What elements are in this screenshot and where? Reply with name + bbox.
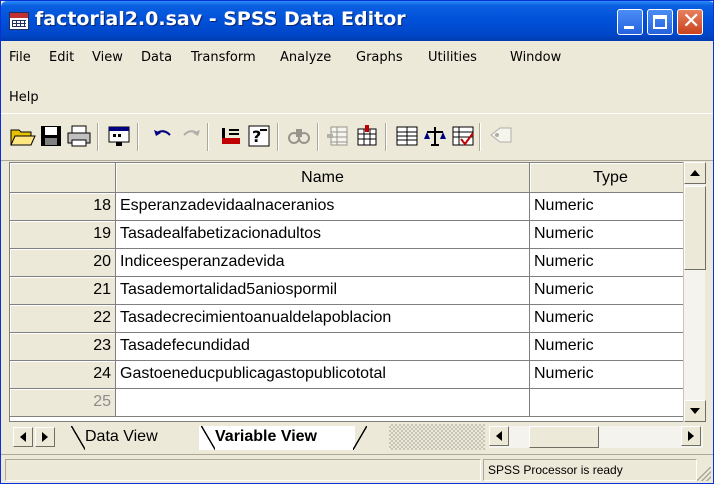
variable-name-cell[interactable]: Tasadefecundidad: [116, 333, 530, 361]
weight-cases-icon[interactable]: [421, 122, 449, 150]
toolbar: ?: [1, 113, 713, 161]
menu-window[interactable]: Window: [510, 50, 561, 65]
split-file-icon[interactable]: [393, 122, 421, 150]
variable-type-cell[interactable]: Numeric: [530, 193, 690, 221]
scroll-down-button[interactable]: [684, 400, 706, 422]
menu-graphs[interactable]: Graphs: [356, 50, 403, 65]
corner-header[interactable]: [10, 163, 116, 193]
goto-case-icon[interactable]: [217, 122, 245, 150]
minimize-button[interactable]: [617, 9, 643, 35]
tab-prev-button[interactable]: [13, 427, 33, 447]
close-icon: ✕: [682, 9, 701, 34]
variable-type-cell[interactable]: Numeric: [530, 249, 690, 277]
row-header[interactable]: 23: [10, 333, 116, 361]
tab-split-area: [389, 424, 485, 450]
arrow-left-icon: [20, 432, 26, 442]
save-icon[interactable]: [37, 122, 65, 150]
redo-icon[interactable]: [177, 122, 205, 150]
tab-next-button[interactable]: [35, 427, 55, 447]
arrow-up-icon: [690, 170, 700, 176]
dialog-recall-icon[interactable]: [105, 122, 133, 150]
open-folder-icon[interactable]: [9, 122, 37, 150]
menu-bar: File Edit View Data Transform Analyze Gr…: [1, 42, 713, 112]
menu-help[interactable]: Help: [9, 90, 39, 105]
tab-variable-view[interactable]: Variable View: [199, 426, 367, 450]
menu-utilities[interactable]: Utilities: [428, 50, 477, 65]
variable-type-cell[interactable]: Numeric: [530, 333, 690, 361]
scroll-thumb[interactable]: [684, 186, 706, 270]
hscroll-right-button[interactable]: [681, 426, 701, 446]
menu-analyze[interactable]: Analyze: [280, 50, 331, 65]
variable-type-cell[interactable]: [530, 389, 690, 417]
maximize-button[interactable]: [647, 9, 673, 35]
close-button[interactable]: ✕: [677, 9, 703, 35]
scroll-up-button[interactable]: [684, 162, 706, 184]
variable-name-cell[interactable]: Gastoeneducpublicagastopublicototal: [116, 361, 530, 389]
menu-transform[interactable]: Transform: [191, 50, 256, 65]
horizontal-scrollbar[interactable]: [489, 426, 703, 448]
variable-name-cell[interactable]: [116, 389, 530, 417]
value-labels-icon[interactable]: [487, 122, 515, 150]
variable-type-cell[interactable]: Numeric: [530, 361, 690, 389]
row-header[interactable]: 19: [10, 221, 116, 249]
tab-data-view[interactable]: Data View: [69, 426, 209, 450]
insert-case-icon[interactable]: [325, 122, 353, 150]
variable-grid: Name Type 18 Esperanzadevidaalnaceranios…: [9, 162, 691, 422]
sheet-tab-bar: Data View Variable View: [9, 424, 709, 452]
hscroll-thumb[interactable]: [529, 426, 599, 448]
variable-name-cell[interactable]: Indiceesperanzadevida: [116, 249, 530, 277]
svg-text:?: ?: [252, 127, 261, 146]
menu-file[interactable]: File: [9, 50, 31, 65]
status-processor: SPSS Processor is ready: [483, 459, 697, 481]
variables-info-icon[interactable]: ?: [245, 122, 273, 150]
variable-type-cell[interactable]: Numeric: [530, 305, 690, 333]
column-header-name[interactable]: Name: [116, 163, 530, 193]
column-header-type[interactable]: Type: [530, 163, 690, 193]
arrow-right-icon: [42, 432, 48, 442]
spss-data-editor-window: factorial2.0.sav - SPSS Data Editor ✕ Fi…: [0, 0, 714, 484]
variable-name-cell[interactable]: Tasadealfabetizacionadultos: [116, 221, 530, 249]
row-header[interactable]: 25: [10, 389, 116, 417]
status-pane-left: [5, 459, 481, 481]
resize-grip-icon[interactable]: [697, 467, 711, 481]
undo-icon[interactable]: [149, 122, 177, 150]
row-header[interactable]: 22: [10, 305, 116, 333]
title-bar[interactable]: factorial2.0.sav - SPSS Data Editor ✕: [1, 1, 713, 41]
row-header[interactable]: 20: [10, 249, 116, 277]
menu-edit[interactable]: Edit: [49, 50, 74, 65]
arrow-right-icon: [688, 431, 694, 441]
variable-name-cell[interactable]: Tasademortalidad5aniospormil: [116, 277, 530, 305]
row-header[interactable]: 24: [10, 361, 116, 389]
variable-name-cell[interactable]: Tasadecrecimientoanualdelapoblacion: [116, 305, 530, 333]
menu-view[interactable]: View: [92, 50, 123, 65]
arrow-left-icon: [496, 431, 502, 441]
row-header[interactable]: 18: [10, 193, 116, 221]
maximize-icon: [653, 15, 667, 29]
vertical-scrollbar[interactable]: [683, 162, 706, 422]
minimize-icon: [624, 26, 634, 29]
variable-name-cell[interactable]: Esperanzadevidaalnaceranios: [116, 193, 530, 221]
insert-variable-icon[interactable]: [353, 122, 381, 150]
find-icon[interactable]: [285, 122, 313, 150]
menu-data[interactable]: Data: [141, 50, 172, 65]
select-cases-icon[interactable]: [449, 122, 477, 150]
hscroll-left-button[interactable]: [489, 426, 509, 446]
variable-type-cell[interactable]: Numeric: [530, 277, 690, 305]
row-header[interactable]: 21: [10, 277, 116, 305]
status-bar: SPSS Processor is ready: [1, 454, 713, 483]
print-icon[interactable]: [65, 122, 93, 150]
window-title: factorial2.0.sav - SPSS Data Editor: [35, 8, 406, 30]
variable-type-cell[interactable]: Numeric: [530, 221, 690, 249]
arrow-down-icon: [690, 408, 700, 414]
spss-app-icon[interactable]: [9, 12, 29, 30]
